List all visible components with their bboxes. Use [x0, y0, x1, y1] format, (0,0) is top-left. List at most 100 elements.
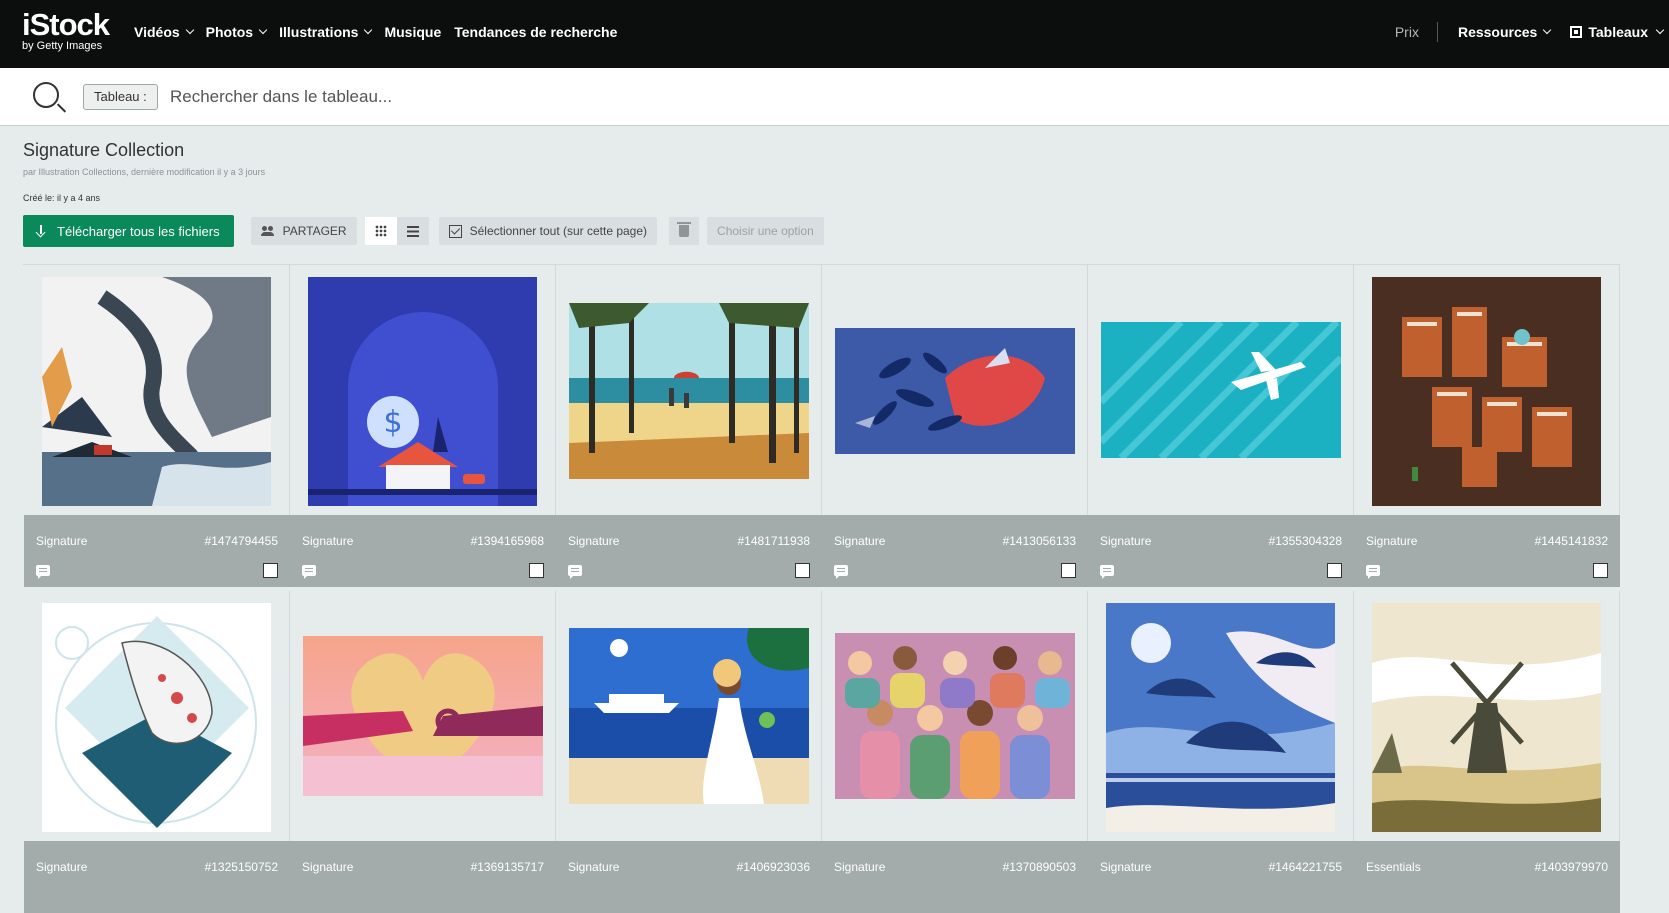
nav-photos-label: Photos [205, 24, 254, 40]
card-image-area [24, 265, 290, 515]
thumb-house-dollar-coin[interactable]: $ [308, 277, 537, 506]
nav-music[interactable]: Musique [384, 24, 441, 40]
choose-option-select[interactable]: Choisir une option [707, 217, 824, 245]
nav-resources-label: Ressources [1457, 24, 1538, 40]
image-card: Signature #1464221755 [1088, 591, 1354, 913]
svg-text:$: $ [383, 405, 402, 440]
thumb-hands-heart[interactable] [303, 636, 543, 796]
istock-logo[interactable]: iStock by Getty Images [22, 8, 117, 54]
nav-videos-label: Vidéos [134, 24, 180, 40]
grid-view-button[interactable] [364, 217, 397, 245]
thumb-koi-fish-pattern[interactable] [42, 603, 271, 832]
search-icon[interactable] [33, 82, 59, 108]
comment-icon[interactable] [302, 565, 316, 579]
collection-label: Signature [36, 534, 88, 548]
image-card: Signature #1406923036 [556, 591, 822, 913]
collection-label: Signature [834, 860, 886, 874]
collection-label: Signature [36, 860, 88, 874]
nav-boards[interactable]: Tableaux [1570, 24, 1665, 40]
image-card: Signature #1369135717 [290, 591, 556, 913]
asset-id[interactable]: #1325150752 [205, 860, 278, 874]
collection-label: Signature [568, 860, 620, 874]
asset-id[interactable]: #1481711938 [737, 534, 810, 548]
image-card: Signature #1413056133 [822, 265, 1088, 587]
thumb-windmill-landscape[interactable] [1372, 603, 1601, 832]
thumb-crowd-people[interactable] [835, 633, 1075, 799]
thumb-tornado-landscape[interactable] [42, 277, 271, 506]
view-toggle [364, 217, 429, 245]
card-footer: Signature #1394165968 [290, 515, 556, 587]
main-menu: Vidéos Photos Illustrations Musique Tend… [134, 0, 617, 64]
comment-icon[interactable] [1100, 565, 1114, 579]
chevron-down-icon [364, 25, 373, 35]
nav-boards-label: Tableaux [1588, 24, 1648, 40]
select-checkbox[interactable] [263, 563, 278, 578]
image-card: Signature #1474794455 [24, 265, 290, 587]
image-grid: Signature #1474794455 $ Signature #13941… [23, 264, 1620, 913]
comment-icon[interactable] [834, 565, 848, 579]
thumb-cruise-woman-beach[interactable] [569, 628, 809, 804]
select-all-label: Sélectionner tout (sur cette page) [469, 224, 648, 238]
asset-id[interactable]: #1370890503 [1003, 860, 1076, 874]
search-input[interactable] [170, 80, 1170, 114]
select-checkbox[interactable] [529, 563, 544, 578]
card-footer: Signature #1325150752 [24, 841, 290, 913]
asset-id[interactable]: #1413056133 [1003, 534, 1076, 548]
logo-wordmark: iStock [22, 7, 110, 42]
select-checkbox[interactable] [1327, 563, 1342, 578]
asset-id[interactable]: #1394165968 [471, 534, 544, 548]
download-icon [35, 225, 47, 237]
collection-label: Signature [1100, 860, 1152, 874]
asset-id[interactable]: #1369135717 [471, 860, 544, 874]
board-created-date: Créé le: il y a 4 ans [23, 193, 101, 203]
grid-icon [374, 225, 387, 237]
board-toolbar: Télécharger tous les fichiers PARTAGER S… [23, 215, 824, 247]
asset-id[interactable]: #1445141832 [1535, 534, 1608, 548]
download-all-button[interactable]: Télécharger tous les fichiers [23, 215, 234, 247]
select-checkbox[interactable] [795, 563, 810, 578]
people-icon [260, 226, 275, 236]
image-card: Essentials #1403979970 [1354, 591, 1620, 913]
list-view-button[interactable] [396, 217, 429, 245]
select-all-button[interactable]: Sélectionner tout (sur cette page) [438, 217, 658, 245]
asset-id[interactable]: #1406923036 [737, 860, 810, 874]
nav-pricing[interactable]: Prix [1395, 22, 1438, 42]
card-footer: Signature #1370890503 [822, 841, 1088, 913]
trash-icon [677, 222, 692, 237]
scope-chip[interactable]: Tableau : [83, 84, 158, 110]
card-image-area [290, 591, 556, 841]
asset-id[interactable]: #1464221755 [1269, 860, 1342, 874]
collection-label: Signature [1366, 534, 1418, 548]
card-image-area [24, 591, 290, 841]
card-image-area: $ [290, 265, 556, 515]
card-image-area [1354, 591, 1620, 841]
nav-videos[interactable]: Vidéos [134, 24, 194, 40]
thumb-beach-pine-trees[interactable] [569, 303, 809, 479]
download-all-label: Télécharger tous les fichiers [57, 223, 220, 239]
thumb-manta-rays-sky[interactable] [1106, 603, 1335, 832]
thumb-isometric-number-buildings[interactable] [1372, 277, 1601, 506]
select-checkbox[interactable] [1593, 563, 1608, 578]
thumb-red-dove-leaves[interactable] [835, 328, 1075, 454]
nav-resources[interactable]: Ressources [1457, 24, 1552, 40]
select-checkbox[interactable] [1061, 563, 1076, 578]
nav-photos[interactable]: Photos [205, 24, 268, 40]
nav-trends[interactable]: Tendances de recherche [454, 24, 617, 40]
thumb-airplane-city-names[interactable] [1101, 322, 1341, 458]
delete-button[interactable] [669, 217, 700, 245]
nav-illustrations[interactable]: Illustrations [279, 24, 373, 40]
collection-label: Signature [1100, 534, 1152, 548]
account-menu: Prix Ressources Tableaux [1395, 0, 1669, 64]
collection-label: Signature [302, 534, 354, 548]
checkbox-checked-icon [448, 224, 462, 238]
card-footer: Signature #1445141832 [1354, 515, 1620, 587]
card-image-area [1088, 265, 1354, 515]
asset-id[interactable]: #1474794455 [205, 534, 278, 548]
asset-id[interactable]: #1355304328 [1269, 534, 1342, 548]
share-button[interactable]: PARTAGER [250, 217, 357, 245]
comment-icon[interactable] [36, 565, 50, 579]
card-footer: Signature #1355304328 [1088, 515, 1354, 587]
comment-icon[interactable] [568, 565, 582, 579]
comment-icon[interactable] [1366, 565, 1380, 579]
asset-id[interactable]: #1403979970 [1535, 860, 1608, 874]
